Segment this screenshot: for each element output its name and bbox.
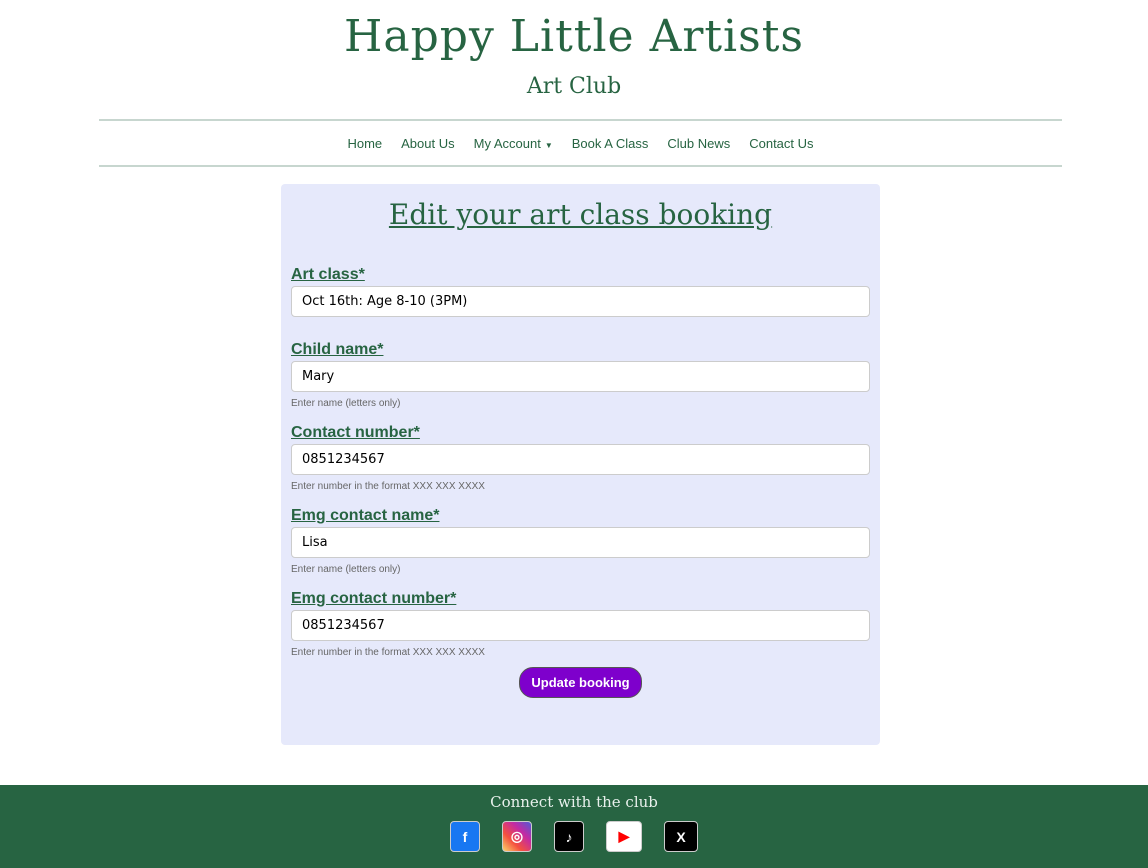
- contact-number-help: Enter number in the format XXX XXX XXXX: [291, 481, 485, 492]
- nav-my-account-label: My Account: [473, 135, 541, 151]
- nav-home[interactable]: Home: [347, 136, 382, 151]
- nav-my-account[interactable]: My Account ▼: [474, 136, 553, 151]
- nav-book-class[interactable]: Book A Class: [572, 136, 649, 151]
- booking-form: Edit your art class booking Art class* C…: [281, 184, 880, 745]
- emg-contact-name-label: Emg contact name*: [291, 507, 440, 524]
- emg-contact-number-help: Enter number in the format XXX XXX XXXX: [291, 647, 485, 658]
- emg-contact-name-input[interactable]: [291, 527, 870, 558]
- main-nav: Home About Us My Account ▼ Book A Class C…: [99, 119, 1062, 167]
- child-name-help: Enter name (letters only): [291, 398, 401, 409]
- contact-number-input[interactable]: [291, 444, 870, 475]
- emg-contact-number-input[interactable]: [291, 610, 870, 641]
- footer-text: Connect with the club: [490, 793, 658, 811]
- facebook-icon[interactable]: f: [450, 821, 480, 852]
- art-class-label: Art class*: [291, 266, 365, 283]
- nav-club-news[interactable]: Club News: [667, 136, 730, 151]
- nav-about[interactable]: About Us: [401, 136, 454, 151]
- nav-contact[interactable]: Contact Us: [749, 136, 813, 151]
- tiktok-icon[interactable]: ♪: [554, 821, 584, 852]
- site-header: Happy Little Artists Art Club: [0, 0, 1148, 100]
- site-title: Happy Little Artists: [344, 11, 804, 62]
- contact-number-label: Contact number*: [291, 424, 420, 441]
- youtube-icon[interactable]: ▶: [606, 821, 642, 852]
- child-name-label: Child name*: [291, 341, 384, 358]
- emg-contact-number-label: Emg contact number*: [291, 590, 457, 607]
- art-class-select[interactable]: [291, 286, 870, 317]
- emg-contact-name-help: Enter name (letters only): [291, 564, 401, 575]
- child-name-input[interactable]: [291, 361, 870, 392]
- x-icon[interactable]: X: [664, 821, 698, 852]
- footer: Connect with the club f ◎ ♪ ▶ X: [0, 785, 1148, 868]
- caret-down-icon: ▼: [544, 140, 553, 150]
- site-subtitle: Art Club: [526, 74, 622, 99]
- update-booking-button[interactable]: Update booking: [519, 667, 642, 698]
- form-title: Edit your art class booking: [388, 198, 773, 231]
- instagram-icon[interactable]: ◎: [502, 821, 532, 852]
